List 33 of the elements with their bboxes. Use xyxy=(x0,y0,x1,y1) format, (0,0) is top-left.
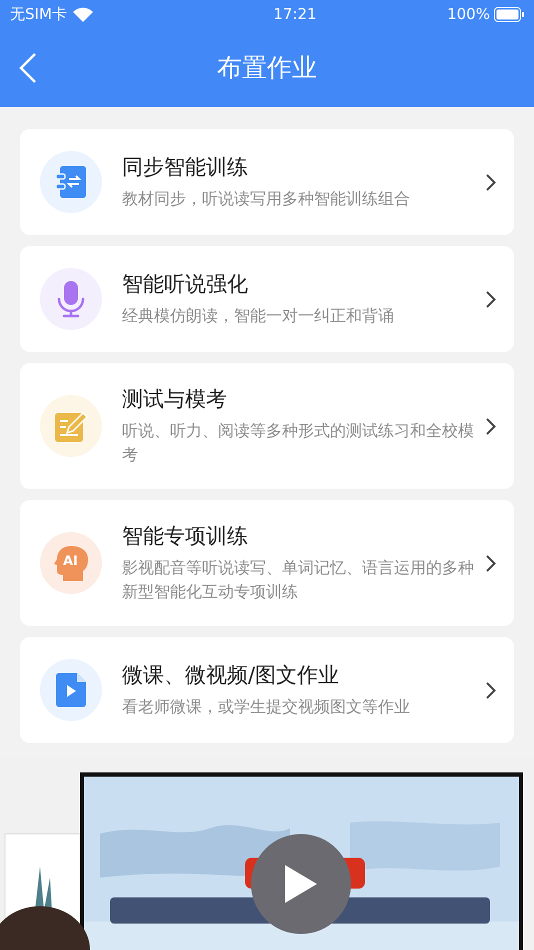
notebook-icon xyxy=(55,165,87,199)
task-card[interactable]: 同步智能训练 教材同步，听说读写用多种智能训练组合 xyxy=(20,129,514,235)
task-card[interactable]: 测试与模考 听说、听力、阅读等多种形式的测试练习和全校模考 xyxy=(20,363,514,489)
card-subtitle: 经典模仿朗读，智能一对一纠正和背诵 xyxy=(122,305,395,327)
task-card[interactable]: 智能听说强化 经典模仿朗读，智能一对一纠正和背诵 xyxy=(20,246,514,352)
microphone-icon xyxy=(57,280,85,318)
clock-label: 17:21 xyxy=(273,4,317,25)
chevron-right-icon xyxy=(486,290,496,308)
chevron-right-icon xyxy=(486,554,496,572)
battery-icon xyxy=(494,6,524,22)
back-icon xyxy=(18,52,38,84)
card-subtitle: 教材同步，听说读写用多种智能训练组合 xyxy=(122,188,411,210)
chevron-right-icon xyxy=(486,418,496,434)
card-subtitle: 看老师微课，或学生提交视频图文等作业 xyxy=(122,696,411,718)
head-icon: AI xyxy=(54,545,88,581)
card-title: 测试与模考 xyxy=(122,386,228,413)
play-icon xyxy=(283,863,319,905)
page-title: 布置作业 xyxy=(217,52,317,84)
note-edit-icon xyxy=(54,409,88,443)
video-file-icon xyxy=(56,673,86,707)
chevron-right-icon xyxy=(486,174,496,190)
chevron-right-icon xyxy=(486,682,496,698)
card-title: 微课、微视频/图文作业 xyxy=(122,662,340,689)
card-subtitle: 影视配音等听说读写、单词记忆、语言运用的多种新型智能化互动专项训练 xyxy=(122,557,475,603)
carrier-label: 无SIM卡 xyxy=(10,4,67,25)
task-card[interactable]: AI 智能专项训练 影视配音等听说读写、单词记忆、语言运用的多种新型智能化互动专项训练 xyxy=(20,500,514,626)
card-subtitle: 听说、听力、阅读等多种形式的测试练习和全校模考 xyxy=(122,420,475,466)
card-title: 智能听说强化 xyxy=(122,271,249,298)
card-title: 智能专项训练 xyxy=(122,523,249,550)
wifi-icon xyxy=(72,6,93,22)
card-title: 同步智能训练 xyxy=(122,154,249,181)
task-card[interactable]: 微课、微视频/图文作业 看老师微课，或学生提交视频图文等作业 xyxy=(20,637,514,743)
battery-label: 100% xyxy=(447,4,490,25)
